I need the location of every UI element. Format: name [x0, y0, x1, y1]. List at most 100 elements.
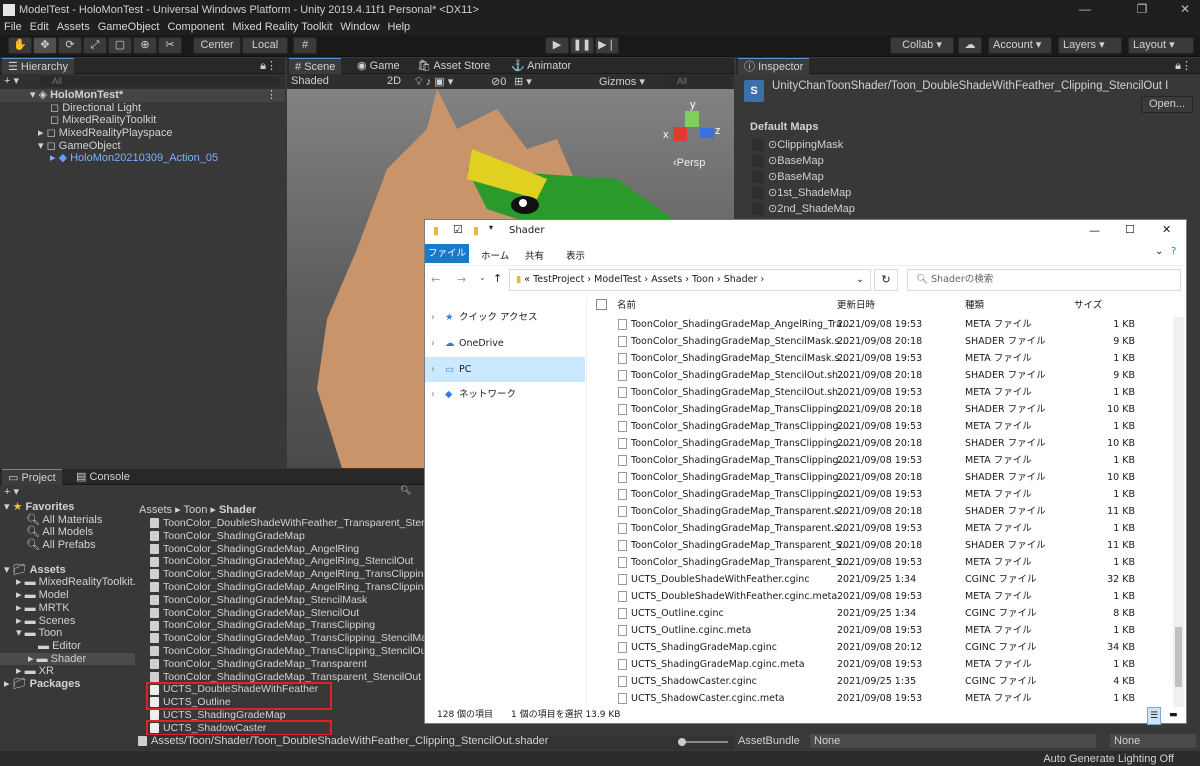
lock-icon[interactable]: 🔒︎⋮: [260, 59, 277, 73]
create-plus-icon[interactable]: + ▾: [4, 74, 19, 87]
path-segment[interactable]: Assets: [651, 274, 682, 285]
tab-inspector[interactable]: ⓘ Inspector: [738, 58, 810, 74]
lighting-icon[interactable]: 💡︎ ♪ ▣ ▾: [415, 75, 453, 89]
file-item[interactable]: ToonColor_ShadingGradeMap_StencilOut: [150, 607, 359, 620]
file-row[interactable]: ToonColor_ShadingGradeMap_Transparent.s.…: [587, 503, 1147, 520]
select-all-checkbox[interactable]: [596, 299, 607, 310]
col-name[interactable]: 名前: [617, 297, 636, 315]
file-item[interactable]: ToonColor_ShadingGradeMap_TransClipping_…: [150, 632, 424, 645]
minimize-icon[interactable]: —: [1089, 224, 1100, 237]
vertical-scrollbar[interactable]: [1173, 317, 1184, 707]
ribbon-tab-home[interactable]: ホーム: [481, 248, 509, 262]
file-item[interactable]: ToonColor_DoubleShadeWithFeather_Transpa…: [150, 517, 424, 530]
hierarchy-item[interactable]: ▸ ◻ MixedRealityPlayspace: [0, 127, 285, 140]
rotate-tool-icon[interactable]: ⟳: [58, 37, 82, 54]
file-row[interactable]: ToonColor_ShadingGradeMap_Transparent_S.…: [587, 554, 1147, 571]
step-button[interactable]: ▶❘: [595, 37, 619, 54]
crumb[interactable]: Shader: [219, 504, 256, 516]
menu-gameobject[interactable]: GameObject: [98, 21, 160, 33]
layers-dropdown[interactable]: Layers ▾: [1058, 37, 1122, 54]
x-axis-cone-icon[interactable]: [673, 127, 687, 141]
tab-asset-store[interactable]: 🛍︎ Asset Store: [411, 58, 496, 74]
file-item[interactable]: ToonColor_ShadingGradeMap: [150, 530, 305, 543]
file-row[interactable]: UCTS_DoubleShadeWithFeather.cginc.meta 20…: [587, 588, 1147, 605]
inspector-lock-icon[interactable]: 🔒︎⋮: [1175, 59, 1192, 73]
pause-button[interactable]: ❚❚: [570, 37, 594, 54]
nav-network[interactable]: › ◆ ネットワーク: [425, 382, 585, 407]
move-tool-icon[interactable]: ✥: [33, 37, 57, 54]
crumb[interactable]: Toon: [183, 504, 207, 516]
recent-dropdown-icon[interactable]: ⌄: [479, 273, 486, 282]
tiles-view-icon[interactable]: ▬: [1169, 707, 1178, 723]
forward-icon[interactable]: →: [457, 273, 466, 286]
address-dropdown-icon[interactable]: ⌄: [856, 270, 864, 290]
project-search-icon[interactable]: 🔍︎: [400, 485, 411, 496]
file-item[interactable]: ToonColor_ShadingGradeMap_Transparent: [150, 658, 367, 671]
account-dropdown[interactable]: Account ▾: [988, 37, 1052, 54]
file-item[interactable]: ToonColor_ShadingGradeMap_TransClipping_…: [150, 645, 424, 658]
nav-pc[interactable]: › ▭ PC: [425, 357, 585, 382]
scene-search-input[interactable]: All: [665, 76, 731, 87]
menu-window[interactable]: Window: [340, 21, 379, 33]
lighting-status[interactable]: Auto Generate Lighting Off: [1043, 753, 1174, 765]
play-button[interactable]: ▶: [545, 37, 569, 54]
file-row[interactable]: UCTS_ShadingGradeMap.cginc 2021/09/08 20:…: [587, 639, 1147, 656]
scene-row[interactable]: ▾ ◈ HoloMonTest* ⋮: [0, 89, 285, 102]
hierarchy-search-input[interactable]: All: [40, 76, 280, 87]
qat-dropdown-icon[interactable]: ▾: [489, 223, 493, 232]
map-slot[interactable]: ⊙1st_ShadeMap: [752, 185, 855, 201]
maximize-button[interactable]: ❐: [1119, 0, 1165, 19]
collab-button[interactable]: Collab ▾: [890, 37, 954, 54]
zoom-slider-handle[interactable]: [678, 738, 686, 746]
hidden-count[interactable]: ⊘0: [491, 75, 506, 88]
path-segment[interactable]: Toon: [692, 274, 714, 285]
path-overflow[interactable]: «: [524, 274, 530, 285]
file-row[interactable]: UCTS_ShadowCaster.cginc.meta 2021/09/08 1…: [587, 690, 1147, 706]
file-row[interactable]: UCTS_ShadingGradeMap.cginc.meta 2021/09/0…: [587, 656, 1147, 673]
project-create-icon[interactable]: + ▾: [4, 485, 19, 498]
file-row[interactable]: ToonColor_ShadingGradeMap_TransClipping.…: [587, 435, 1147, 452]
file-row[interactable]: ToonColor_ShadingGradeMap_TransClipping.…: [587, 452, 1147, 469]
gizmos-dropdown[interactable]: Gizmos ▾: [599, 75, 645, 88]
minimize-button[interactable]: —: [1062, 0, 1108, 19]
file-row[interactable]: ToonColor_ShadingGradeMap_Transparent.s.…: [587, 520, 1147, 537]
tools-icon[interactable]: ⊞ ▾: [514, 75, 532, 88]
ribbon-expand-icon[interactable]: ⌄: [1155, 246, 1163, 257]
tab-scene[interactable]: # Scene: [289, 58, 342, 74]
mode-2d-button[interactable]: 2D: [387, 75, 401, 87]
checkbox-icon[interactable]: ☑: [453, 223, 463, 236]
close-button[interactable]: ✕: [1162, 0, 1200, 19]
file-row[interactable]: ToonColor_ShadingGradeMap_StencilMask.s.…: [587, 350, 1147, 367]
hierarchy-item[interactable]: ◻ Directional Light: [0, 102, 285, 115]
nav-quick-access[interactable]: › ★ クイック アクセス: [425, 305, 585, 330]
shading-mode-dropdown[interactable]: Shaded: [291, 75, 329, 87]
transform-tool-icon[interactable]: ⊕: [133, 37, 157, 54]
file-row[interactable]: UCTS_DoubleShadeWithFeather.cginc 2021/09…: [587, 571, 1147, 588]
tab-game[interactable]: ◉ Game: [351, 58, 406, 74]
file-item[interactable]: ToonColor_ShadingGradeMap_AngelRing_Sten…: [150, 555, 413, 568]
file-row[interactable]: UCTS_Outline.cginc.meta 2021/09/08 19:53 M…: [587, 622, 1147, 639]
address-bar[interactable]: ▮ « TestProject › ModelTest › Assets › T…: [509, 269, 871, 291]
path-segment[interactable]: ModelTest: [594, 274, 641, 285]
map-slot[interactable]: ⊙BaseMap: [752, 169, 855, 185]
scrollbar-thumb[interactable]: [1175, 627, 1182, 687]
ribbon-tab-share[interactable]: 共有: [525, 248, 544, 262]
nav-onedrive[interactable]: › ☁ OneDrive: [425, 331, 585, 356]
menu-edit[interactable]: Edit: [30, 21, 49, 33]
tab-animator[interactable]: ⚓ Animator: [505, 58, 577, 74]
persp-label[interactable]: ‹Persp: [673, 157, 705, 169]
map-slot[interactable]: ⊙2nd_ShadeMap: [752, 201, 855, 217]
assetbundle-dropdown[interactable]: None: [810, 734, 1096, 748]
scale-tool-icon[interactable]: ⤢: [83, 37, 107, 54]
hierarchy-item[interactable]: ▾ ◻ GameObject: [0, 140, 285, 153]
close-icon[interactable]: ✕: [1162, 223, 1171, 236]
tab-project[interactable]: ▭ Project: [2, 469, 62, 485]
y-axis-cone-icon[interactable]: [685, 111, 699, 127]
layout-dropdown[interactable]: Layout ▾: [1128, 37, 1194, 54]
explorer-search-input[interactable]: 🔍︎ Shaderの検索: [907, 269, 1181, 291]
file-row[interactable]: ToonColor_ShadingGradeMap_StencilMask.s.…: [587, 333, 1147, 350]
file-item[interactable]: ToonColor_ShadingGradeMap_AngelRing_Tran…: [150, 568, 424, 581]
grid-snap-icon[interactable]: #: [293, 37, 317, 54]
file-row[interactable]: ToonColor_ShadingGradeMap_AngelRing_Tra.…: [587, 316, 1147, 333]
path-segment[interactable]: Shader: [724, 274, 758, 285]
